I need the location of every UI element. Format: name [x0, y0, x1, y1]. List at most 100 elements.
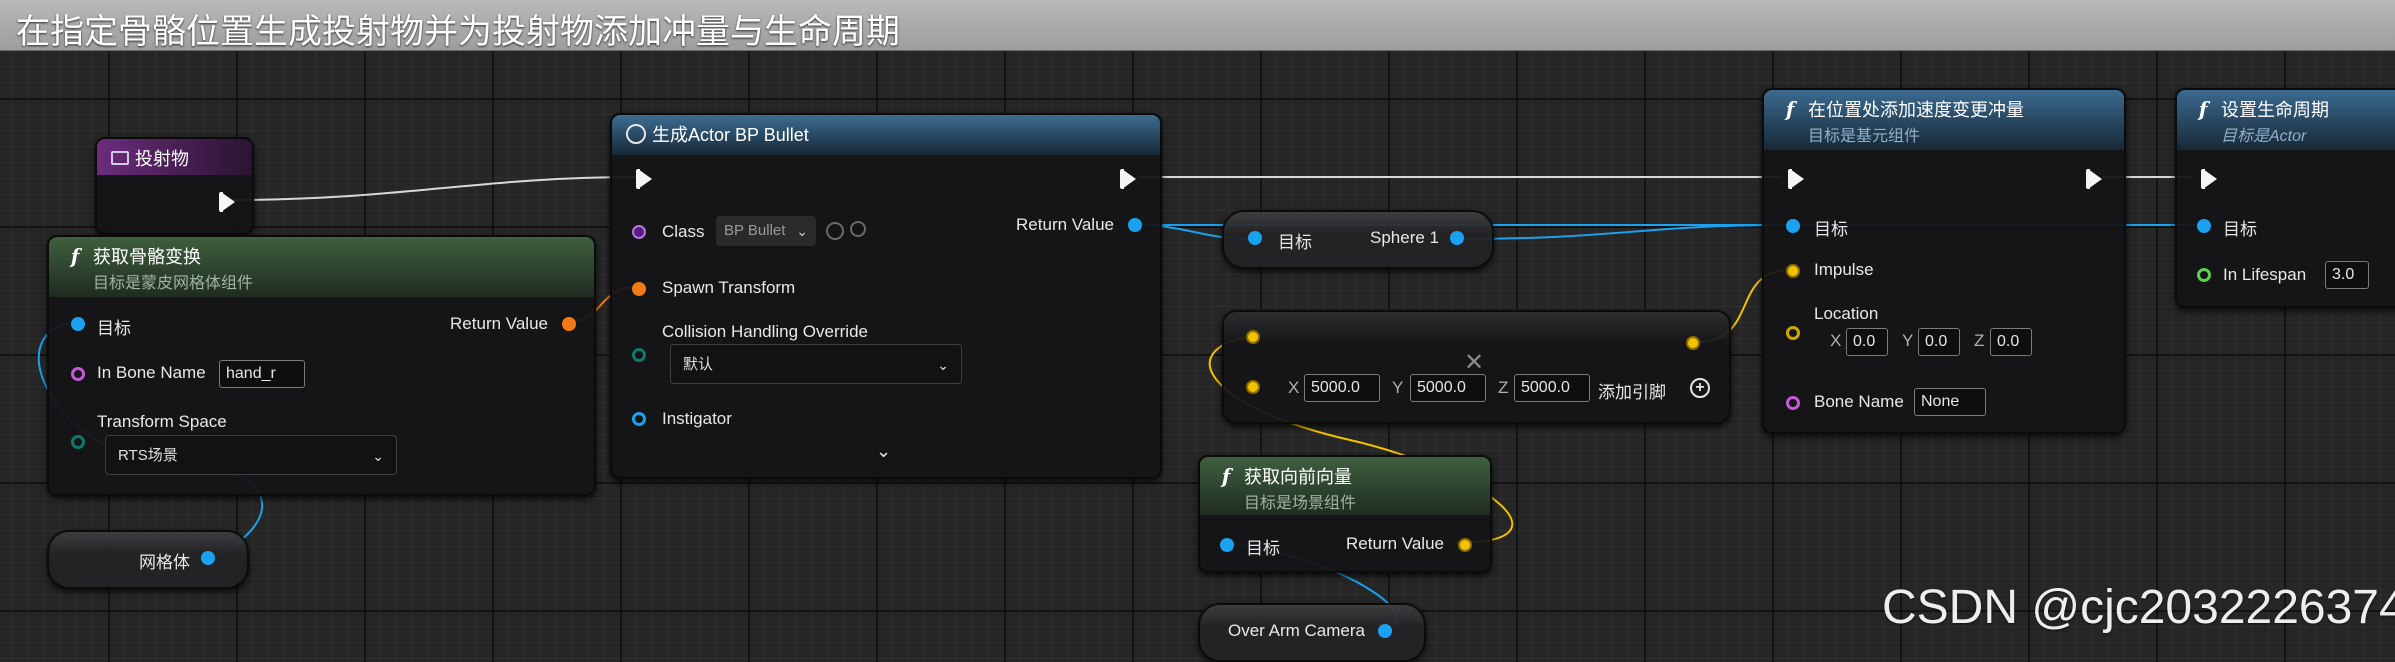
- add-pin-plus-icon[interactable]: +: [1690, 378, 1710, 398]
- bone-transform-target-label: 目标: [97, 319, 131, 338]
- collision-label: Collision Handling Override: [662, 322, 868, 341]
- use-selected-icon[interactable]: [826, 222, 844, 240]
- projectile-variable-node[interactable]: 投射物: [95, 137, 254, 235]
- in-lifespan-input[interactable]: 3.0: [2325, 261, 2369, 289]
- function-icon: f: [1221, 464, 1231, 488]
- instigator-pin[interactable]: [632, 412, 646, 426]
- sphere-reference-node[interactable]: 目标 Sphere 1: [1222, 210, 1494, 269]
- in-bone-name-input[interactable]: hand_r: [219, 360, 305, 388]
- impulse-exec-out-pin[interactable]: [2086, 169, 2102, 189]
- transform-space-label: Transform Space: [97, 412, 227, 431]
- wire-sphere-to-impulse-target: [1457, 224, 1792, 240]
- in-bone-name-label: In Bone Name: [97, 363, 206, 382]
- get-forward-vector-node[interactable]: f 获取向前向量 目标是场景组件 目标 Return Value: [1198, 455, 1492, 573]
- multiply-y-input[interactable]: 5000.0: [1410, 374, 1486, 402]
- set-lifespan-title: 设置生命周期: [2221, 100, 2329, 120]
- projectile-exec-out-pin[interactable]: [219, 192, 235, 212]
- spawn-actor-title: 生成Actor BP Bullet: [652, 125, 809, 145]
- bone-name-pin[interactable]: [1786, 396, 1800, 410]
- mesh-variable-node[interactable]: 网格体: [47, 530, 249, 589]
- mesh-variable-out-pin[interactable]: [201, 551, 215, 565]
- multiply-z-label: Z: [1498, 378, 1509, 397]
- mesh-variable-label: 网格体: [139, 553, 190, 572]
- spawn-actor-header: 生成Actor BP Bullet: [612, 115, 1160, 155]
- add-impulse-title: 在位置处添加速度变更冲量: [1808, 100, 2024, 120]
- chevron-down-icon: ⌄: [372, 448, 384, 464]
- location-z-label: Z: [1974, 331, 1985, 350]
- get-socket-transform-node[interactable]: f 获取骨骼变换 目标是蒙皮网格体组件 目标 Return Value In Bo…: [47, 235, 596, 496]
- location-x-input[interactable]: 0.0: [1846, 328, 1888, 356]
- set-lifespan-node[interactable]: f 设置生命周期 目标是Actor 目标 In Lifespan 3.0: [2175, 88, 2395, 308]
- bone-name-input[interactable]: None: [1914, 388, 1986, 416]
- spawn-class-pin[interactable]: [632, 225, 646, 239]
- chevron-down-icon: ⌄: [796, 223, 808, 239]
- in-lifespan-pin[interactable]: [2197, 268, 2211, 282]
- camera-variable-node[interactable]: Over Arm Camera: [1198, 603, 1426, 662]
- transform-space-pin[interactable]: [71, 435, 85, 449]
- sphere-out-pin[interactable]: [1450, 231, 1464, 245]
- add-pin-label[interactable]: 添加引脚: [1598, 378, 1666, 403]
- spawn-exec-in-pin[interactable]: [636, 169, 652, 189]
- spawn-class-value: BP Bullet: [724, 222, 786, 239]
- spawn-class-dropdown[interactable]: BP Bullet ⌄: [716, 216, 816, 246]
- forward-target-pin[interactable]: [1220, 538, 1234, 552]
- location-z-input[interactable]: 0.0: [1990, 328, 2032, 356]
- function-icon: f: [70, 244, 80, 268]
- impulse-vector-pin[interactable]: [1786, 264, 1800, 278]
- in-bone-name-pin[interactable]: [71, 367, 85, 381]
- add-impulse-header: f 在位置处添加速度变更冲量 目标是基元组件: [1764, 90, 2124, 150]
- impulse-target-label: 目标: [1814, 220, 1848, 239]
- transform-space-dropdown[interactable]: RTS场景 ⌄: [105, 435, 397, 475]
- sphere-target-pin[interactable]: [1248, 231, 1262, 245]
- get-socket-transform-subtitle: 目标是蒙皮网格体组件: [93, 275, 254, 292]
- multiply-input-a-pin[interactable]: [1246, 330, 1260, 344]
- spawn-transform-pin[interactable]: [632, 282, 646, 296]
- collision-pin[interactable]: [632, 348, 646, 362]
- get-socket-transform-title: 获取骨骼变换: [93, 247, 201, 267]
- multiply-x-label: X: [1288, 378, 1300, 397]
- multiply-vector-node[interactable]: ✕ X 5000.0 Y 5000.0 Z 5000.0 添加引脚 +: [1222, 310, 1731, 424]
- collision-value: 默认: [683, 356, 714, 373]
- multiply-y-label: Y: [1392, 378, 1404, 397]
- get-socket-transform-header: f 获取骨骼变换 目标是蒙皮网格体组件: [49, 237, 594, 297]
- spawn-actor-node[interactable]: 生成Actor BP Bullet Class BP Bullet ⌄ Retu…: [610, 113, 1162, 479]
- title-bar: 在指定骨骼位置生成投射物并为投射物添加冲量与生命周期: [0, 0, 2395, 51]
- bone-transform-return-pin[interactable]: [562, 317, 576, 331]
- multiply-z-input[interactable]: 5000.0: [1514, 374, 1590, 402]
- multiply-x-input[interactable]: 5000.0: [1304, 374, 1380, 402]
- spawn-return-label: Return Value: [1016, 215, 1114, 234]
- camera-variable-label: Over Arm Camera: [1228, 621, 1365, 640]
- impulse-label: Impulse: [1814, 260, 1874, 279]
- impulse-target-pin[interactable]: [1786, 219, 1800, 233]
- add-impulse-node[interactable]: f 在位置处添加速度变更冲量 目标是基元组件 目标 Impulse Locatio…: [1762, 88, 2126, 434]
- camera-out-pin[interactable]: [1378, 624, 1392, 638]
- in-lifespan-label: In Lifespan: [2223, 265, 2307, 284]
- location-y-input[interactable]: 0.0: [1918, 328, 1960, 356]
- location-y-label: Y: [1902, 331, 1914, 350]
- spawn-return-pin[interactable]: [1128, 218, 1142, 232]
- sphere-target-label: 目标: [1278, 233, 1312, 252]
- bone-transform-return-label: Return Value: [450, 314, 548, 333]
- add-impulse-subtitle: 目标是基元组件: [1808, 128, 1921, 145]
- multiply-output-pin[interactable]: [1686, 336, 1700, 350]
- forward-return-pin[interactable]: [1458, 538, 1472, 552]
- multiply-operator-icon: ✕: [1464, 349, 1485, 376]
- transform-space-value: RTS场景: [118, 447, 178, 464]
- projectile-variable-title: 投射物: [135, 149, 189, 169]
- multiply-input-b-pin[interactable]: [1246, 380, 1260, 394]
- location-label: Location: [1814, 304, 1879, 323]
- exec-wire-projectile-spawn: [229, 176, 637, 201]
- impulse-exec-in-pin[interactable]: [1788, 169, 1804, 189]
- spawn-actor-icon: [626, 124, 646, 144]
- location-pin[interactable]: [1786, 326, 1800, 340]
- spawn-exec-out-pin[interactable]: [1120, 169, 1136, 189]
- bone-transform-target-pin[interactable]: [71, 317, 85, 331]
- collision-dropdown[interactable]: 默认 ⌄: [670, 344, 962, 384]
- instigator-label: Instigator: [662, 409, 732, 428]
- lifespan-exec-in-pin[interactable]: [2201, 169, 2217, 189]
- expand-advanced-chevron-icon[interactable]: ⌄: [876, 441, 891, 462]
- bone-name-label: Bone Name: [1814, 392, 1904, 411]
- forward-vector-title: 获取向前向量: [1244, 467, 1352, 487]
- browse-search-icon[interactable]: [850, 221, 866, 237]
- lifespan-target-pin[interactable]: [2197, 219, 2211, 233]
